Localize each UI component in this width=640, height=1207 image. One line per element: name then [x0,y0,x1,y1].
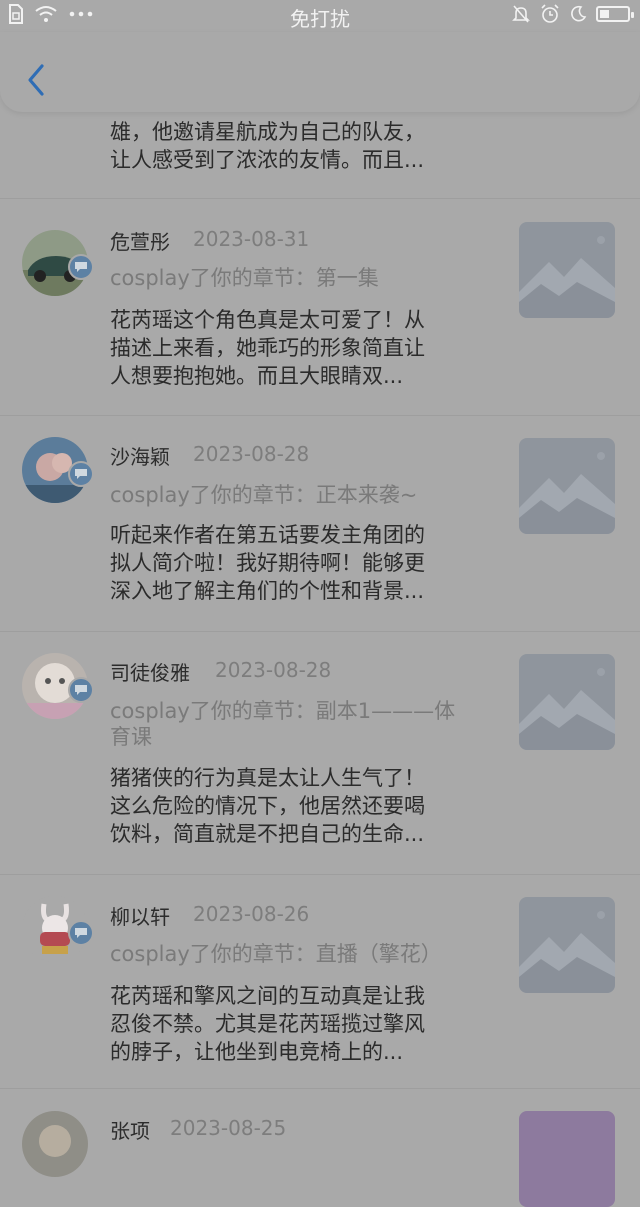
avatar[interactable] [22,437,94,503]
list-item[interactable]: 柳以轩 2023-08-26 cosplay了你的章节：直播（擎花） 花芮瑶和擎… [0,875,640,1089]
list-item[interactable]: 危萱彤 2023-08-31 cosplay了你的章节：第一集 花芮瑶这个角色真… [0,199,640,416]
mountain-placeholder-icon [519,236,615,318]
chapter-thumbnail[interactable] [519,438,615,534]
comment-line: 的脖子，让他坐到电竞椅上的... [110,1040,404,1064]
chapter-thumbnail[interactable] [519,1111,615,1207]
battery-icon [596,6,634,22]
chapter-text: cosplay了你的章节：副本1———体 育课 [110,698,480,750]
list-item-partial[interactable]: 雄，他邀请星航成为自己的队友， 让人感受到了浓浓的友情。而且... [0,112,640,199]
comment-line: 花芮瑶这个角色真是太可爱了！从 [110,308,425,332]
comment-line: 这么危险的情况下，他居然还要喝 [110,794,425,818]
comment-badge-icon [68,677,94,703]
back-button[interactable] [18,60,54,100]
chapter-line: cosplay了你的章节：第一集 [110,266,379,290]
mountain-placeholder-icon [519,452,615,534]
user-name[interactable]: 危萱彤 [110,226,170,255]
comment-badge-icon [68,920,94,946]
comment-badge-icon [68,461,94,487]
avatar[interactable] [22,230,94,296]
chapter-text: cosplay了你的章节：正本来袭~ [110,482,417,508]
list-item[interactable]: 张项 2023-08-25 [0,1089,640,1207]
date-text: 2023-08-28 [193,442,310,466]
date-text: 2023-08-28 [215,658,332,682]
chapter-text: cosplay了你的章节：直播（擎花） [110,941,442,967]
comment-line: 拟人简介啦！我好期待啊！能够更 [110,551,425,575]
comment-line: 雄，他邀请星航成为自己的队友， [110,120,425,144]
list-item[interactable]: 沙海颖 2023-08-28 cosplay了你的章节：正本来袭~ 听起来作者在… [0,416,640,632]
user-name[interactable]: 沙海颖 [110,441,170,470]
user-name[interactable]: 张项 [110,1115,150,1144]
comment-line: 听起来作者在第五话要发主角团的 [110,523,425,547]
comment-text: 雄，他邀请星航成为自己的队友， 让人感受到了浓浓的友情。而且... [110,118,475,174]
chapter-thumbnail[interactable] [519,897,615,993]
comment-line: 饮料，简直就是不把自己的生命... [110,822,425,846]
avatar[interactable] [22,653,94,719]
mountain-placeholder-icon [519,911,615,993]
comment-line: 描述上来看，她乖巧的形象简直让 [110,336,425,360]
user-name[interactable]: 司徒俊雅 [110,657,190,686]
chapter-thumbnail[interactable] [519,222,615,318]
avatar[interactable] [22,896,94,962]
comment-text: 听起来作者在第五话要发主角团的 拟人简介啦！我好期待啊！能够更 深入地了解主角们… [110,521,475,605]
comment-line: 让人感受到了浓浓的友情。而且... [110,148,425,172]
user-name[interactable]: 柳以轩 [110,901,170,930]
status-right-icons [511,4,634,24]
avatar-image [22,1111,88,1177]
comment-line: 猪猪侠的行为真是太让人生气了！ [110,766,425,790]
status-bar: 免打扰 [0,0,640,32]
comment-text: 花芮瑶和擎风之间的互动真是让我 忍俊不禁。尤其是花芮瑶揽过擎风 的脖子，让他坐到… [110,982,475,1066]
comment-line: 深入地了解主角们的个性和背景... [110,579,425,603]
chapter-thumbnail[interactable] [519,654,615,750]
avatar[interactable] [22,1111,88,1177]
date-text: 2023-08-31 [193,227,310,251]
bell-muted-icon [512,5,530,23]
date-text: 2023-08-25 [170,1116,287,1140]
alarm-clock-icon [541,4,559,23]
comment-text: 花芮瑶这个角色真是太可爱了！从 描述上来看，她乖巧的形象简直让 人想要抱抱她。而… [110,306,475,390]
moon-icon [571,5,587,22]
chapter-line: 育课 [110,725,152,749]
comment-line: 人想要抱抱她。而且大眼睛双... [110,364,404,388]
chapter-line: cosplay了你的章节：正本来袭~ [110,483,418,507]
chevron-left-icon [28,64,44,96]
comment-text: 猪猪侠的行为真是太让人生气了！ 这么危险的情况下，他居然还要喝 饮料，简直就是不… [110,764,475,848]
comment-badge-icon [68,254,94,280]
comment-line: 花芮瑶和擎风之间的互动真是让我 [110,984,425,1008]
chapter-text: cosplay了你的章节：第一集 [110,265,379,291]
comment-line: 忍俊不禁。尤其是花芮瑶揽过擎风 [110,1012,425,1036]
date-text: 2023-08-26 [193,902,310,926]
nav-bar [0,32,640,112]
mountain-placeholder-icon [519,668,615,750]
chapter-line: cosplay了你的章节：副本1———体 [110,699,456,723]
list-item[interactable]: 司徒俊雅 2023-08-28 cosplay了你的章节：副本1———体 育课 … [0,632,640,875]
chapter-line: cosplay了你的章节：直播（擎花） [110,942,442,966]
